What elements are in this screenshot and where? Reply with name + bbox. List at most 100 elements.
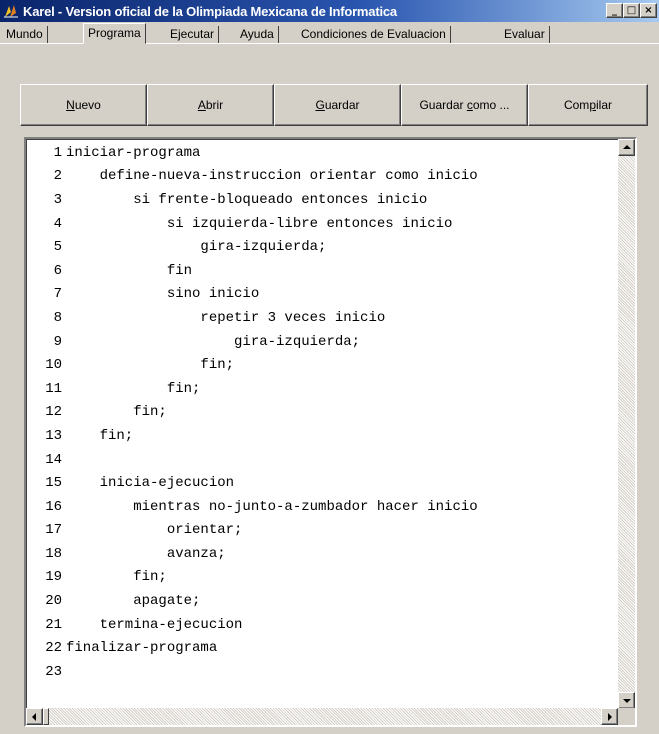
- line-number: 15: [45, 475, 62, 492]
- arrow-down-icon: [623, 699, 631, 703]
- code-line[interactable]: 11 fin;: [26, 377, 616, 401]
- code-text[interactable]: define-nueva-instruccion orientar como i…: [66, 168, 478, 184]
- code-text[interactable]: finalizar-programa: [66, 640, 217, 656]
- line-number: 11: [45, 380, 62, 397]
- tab-evaluar[interactable]: Evaluar: [500, 26, 550, 44]
- tab-condiciones-de-evaluacion[interactable]: Condiciones de Evaluacion: [297, 26, 451, 44]
- code-text[interactable]: apagate;: [66, 593, 200, 609]
- line-number: 6: [53, 262, 62, 279]
- horizontal-scroll-thumb[interactable]: [43, 708, 49, 725]
- code-line[interactable]: 5 gira-izquierda;: [26, 235, 616, 259]
- scroll-down-button[interactable]: [618, 692, 635, 709]
- code-line[interactable]: 12 fin;: [26, 401, 616, 425]
- line-number: 22: [45, 640, 62, 657]
- line-number: 8: [53, 309, 62, 326]
- line-number: 2: [53, 168, 62, 185]
- code-line[interactable]: 23: [26, 660, 616, 684]
- toolbar: Nuevo Abrir Guardar Guardar como ... Com…: [20, 84, 648, 126]
- horizontal-scroll-track[interactable]: [43, 708, 601, 725]
- code-text[interactable]: orientar;: [66, 522, 243, 538]
- code-line[interactable]: 9 gira-izquierda;: [26, 330, 616, 354]
- guardar-button[interactable]: Guardar: [274, 84, 401, 126]
- line-number: 7: [53, 286, 62, 303]
- code-text[interactable]: repetir 3 veces inicio: [66, 310, 385, 326]
- line-number: 12: [45, 404, 62, 421]
- code-line[interactable]: 22 finalizar-programa: [26, 636, 616, 660]
- code-text[interactable]: inicia-ejecucion: [66, 475, 234, 491]
- code-text[interactable]: fin;: [66, 428, 134, 444]
- compilar-button[interactable]: Compilar: [528, 84, 648, 126]
- code-line[interactable]: 14: [26, 448, 616, 472]
- vertical-scrollbar[interactable]: [618, 139, 635, 709]
- code-text[interactable]: si frente-bloqueado entonces inicio: [66, 192, 427, 208]
- code-text[interactable]: iniciar-programa: [66, 145, 200, 161]
- line-number: 21: [45, 616, 62, 633]
- tab-mundo[interactable]: Mundo: [2, 26, 48, 44]
- line-number: 5: [53, 239, 62, 256]
- code-text[interactable]: gira-izquierda;: [66, 239, 326, 255]
- code-line[interactable]: 18 avanza;: [26, 542, 616, 566]
- line-number: 14: [45, 451, 62, 468]
- code-text-area[interactable]: 1 iniciar-programa 2 define-nueva-instrucc…: [26, 141, 616, 707]
- code-line[interactable]: 16 mientras no-junto-a-zumbador hacer in…: [26, 495, 616, 519]
- code-line[interactable]: 6 fin: [26, 259, 616, 283]
- code-text[interactable]: fin;: [66, 569, 167, 585]
- tab-bar: Mundo Programa Ejecutar Ayuda Condicione…: [0, 22, 659, 44]
- scroll-right-button[interactable]: [601, 708, 618, 725]
- line-number: 1: [53, 144, 62, 161]
- code-line[interactable]: 10 fin;: [26, 353, 616, 377]
- line-number: 17: [45, 522, 62, 539]
- code-text[interactable]: fin;: [66, 404, 167, 420]
- code-line[interactable]: 3 si frente-bloqueado entonces inicio: [26, 188, 616, 212]
- guardar-como-button[interactable]: Guardar como ...: [401, 84, 528, 126]
- line-number: 23: [45, 663, 62, 680]
- scroll-left-button[interactable]: [26, 708, 43, 725]
- window-title: Karel - Version oficial de la Olimpiada …: [23, 3, 397, 19]
- code-text[interactable]: fin;: [66, 357, 234, 373]
- code-line[interactable]: 15 inicia-ejecucion: [26, 471, 616, 495]
- scrollbar-corner: [618, 708, 635, 725]
- code-line[interactable]: 19 fin;: [26, 566, 616, 590]
- code-line[interactable]: 1 iniciar-programa: [26, 141, 616, 165]
- tab-ayuda[interactable]: Ayuda: [236, 26, 279, 44]
- code-text[interactable]: sino inicio: [66, 286, 259, 302]
- abrir-button[interactable]: Abrir: [147, 84, 274, 126]
- tab-programa[interactable]: Programa: [83, 23, 146, 44]
- line-number: 9: [53, 333, 62, 350]
- line-number: 13: [45, 427, 62, 444]
- code-text[interactable]: fin;: [66, 381, 201, 397]
- title-bar[interactable]: Karel - Version oficial de la Olimpiada …: [0, 0, 659, 22]
- karel-app-icon[interactable]: [3, 3, 19, 19]
- code-text[interactable]: termina-ejecucion: [66, 617, 243, 633]
- code-text[interactable]: avanza;: [66, 546, 226, 562]
- code-editor[interactable]: 1 iniciar-programa 2 define-nueva-instrucc…: [24, 137, 637, 727]
- maximize-button[interactable]: □: [623, 3, 640, 18]
- close-button[interactable]: ×: [640, 3, 657, 18]
- arrow-up-icon: [623, 145, 631, 149]
- code-line[interactable]: 7 sino inicio: [26, 283, 616, 307]
- code-text[interactable]: gira-izquierda;: [66, 334, 360, 350]
- line-number: 19: [45, 569, 62, 586]
- line-number: 16: [45, 498, 62, 515]
- tab-ejecutar[interactable]: Ejecutar: [166, 26, 220, 44]
- minimize-button[interactable]: _: [606, 3, 623, 18]
- code-text[interactable]: fin: [66, 263, 192, 279]
- code-line[interactable]: 21 termina-ejecucion: [26, 613, 616, 637]
- nuevo-button[interactable]: Nuevo: [20, 84, 147, 126]
- scroll-up-button[interactable]: [618, 139, 635, 156]
- code-line[interactable]: 8 repetir 3 veces inicio: [26, 306, 616, 330]
- line-number: 20: [45, 593, 62, 610]
- line-number: 3: [53, 191, 62, 208]
- horizontal-scrollbar[interactable]: [26, 708, 618, 725]
- code-line[interactable]: 2 define-nueva-instruccion orientar como…: [26, 165, 616, 189]
- arrow-right-icon: [608, 713, 612, 721]
- vertical-scroll-track[interactable]: [618, 156, 635, 692]
- code-line[interactable]: 4 si izquierda-libre entonces inicio: [26, 212, 616, 236]
- code-line[interactable]: 13 fin;: [26, 424, 616, 448]
- code-text[interactable]: si izquierda-libre entonces inicio: [66, 216, 453, 232]
- line-number: 10: [45, 357, 62, 374]
- line-number: 18: [45, 545, 62, 562]
- code-line[interactable]: 17 orientar;: [26, 519, 616, 543]
- code-text[interactable]: mientras no-junto-a-zumbador hacer inici…: [66, 499, 477, 515]
- code-line[interactable]: 20 apagate;: [26, 589, 616, 613]
